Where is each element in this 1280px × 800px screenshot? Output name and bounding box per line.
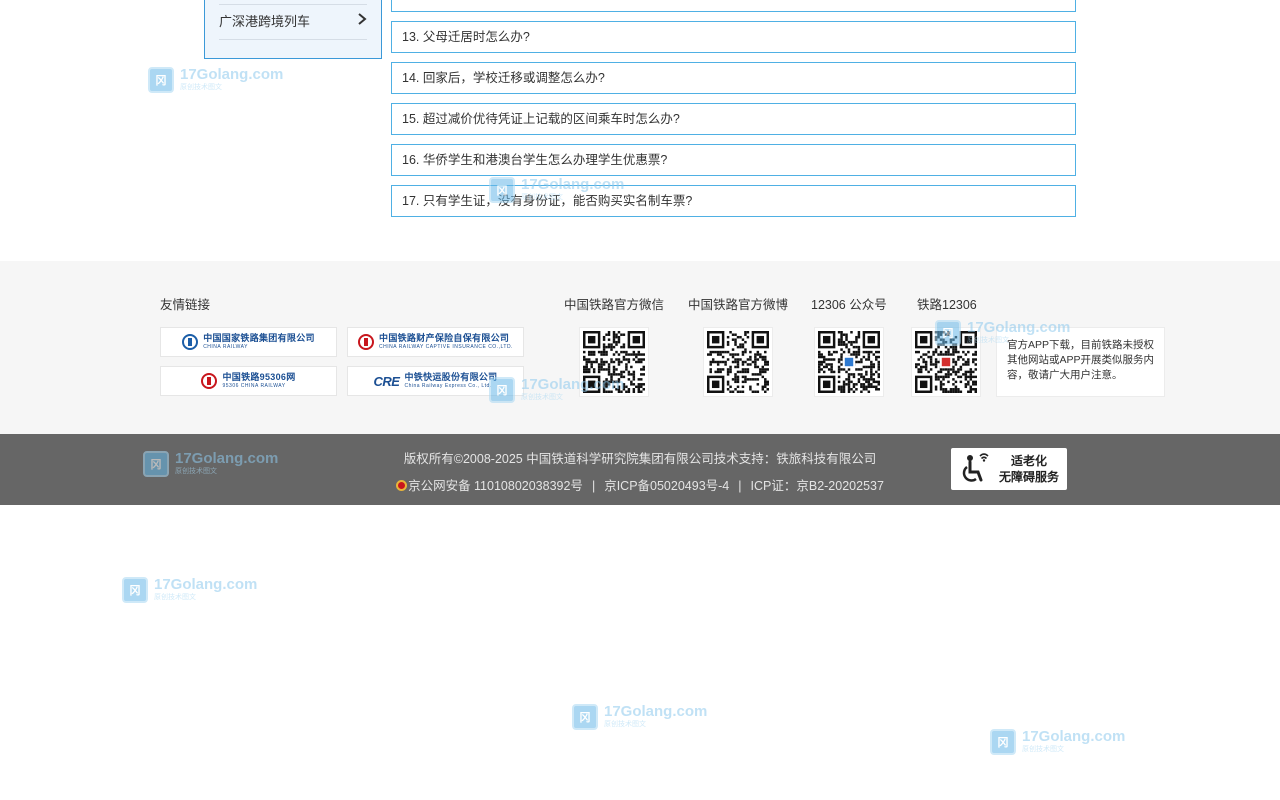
insurance-logo-icon	[358, 334, 375, 350]
faq-item-15[interactable]: 15. 超过减价优待凭证上记载的区间乘车时怎么办?	[391, 103, 1076, 135]
qr-title-official-account: 12306 公众号	[811, 298, 887, 312]
faq-item-13[interactable]: 13. 父母迁居时怎么办?	[391, 21, 1076, 53]
partner-name: 中国铁路95306网	[222, 372, 296, 382]
watermark: 冈 17Golang.com 原创技术图文	[990, 729, 1125, 755]
friendly-links-title: 友情链接	[160, 298, 211, 312]
partner-link-china-railway[interactable]: 中国国家铁路集团有限公司 CHINA RAILWAY	[160, 327, 337, 357]
watermark-logo-icon: 冈	[489, 377, 515, 403]
watermark-text: 17Golang.com	[967, 319, 1071, 336]
cre-logo-icon: CRE	[373, 373, 400, 389]
sidebar-divider	[219, 4, 367, 5]
accessibility-icon	[962, 453, 989, 482]
watermark: 冈 17Golang.com 原创技术图文	[572, 704, 707, 730]
links-section: 友情链接 中国国家铁路集团有限公司 CHINA RAILWAY 中国铁路财产保险…	[0, 261, 1280, 434]
icp-license-link[interactable]: ICP证：京B2-20202537	[751, 479, 884, 493]
watermark-subtext: 原创技术图文	[1022, 746, 1064, 753]
watermark-logo-icon: 冈	[148, 67, 174, 93]
separator: |	[591, 479, 596, 493]
qr-code-image	[818, 331, 880, 393]
watermark-subtext: 原创技术图文	[521, 194, 563, 201]
partner-subtitle: CHINA RAILWAY CAPTIVE INSURANCE CO.,LTD.	[379, 344, 513, 350]
partner-subtitle: CHINA RAILWAY	[203, 344, 248, 350]
qr-code-image	[707, 331, 769, 393]
china-railway-logo-icon	[182, 334, 199, 350]
partner-subtitle: China Railway Express Co., Ltd.	[404, 383, 492, 389]
sidebar-divider	[219, 39, 367, 40]
watermark: 冈 17Golang.com 原创技术图文	[143, 451, 278, 477]
faq-item-partial[interactable]	[391, 0, 1076, 12]
watermark-text: 17Golang.com	[521, 376, 625, 393]
watermark-subtext: 原创技术图文	[180, 84, 222, 91]
watermark-logo-icon: 冈	[489, 177, 515, 203]
watermark-logo-icon: 冈	[143, 451, 169, 477]
watermark: 冈 17Golang.com 原创技术图文	[122, 577, 257, 603]
partner-name: 中国国家铁路集团有限公司	[203, 333, 315, 343]
watermark-logo-icon: 冈	[572, 704, 598, 730]
watermark: 冈 17Golang.com 原创技术图文	[935, 320, 1070, 346]
faq-item-14[interactable]: 14. 回家后，学校迁移或调整怎么办?	[391, 62, 1076, 94]
faq-item-16[interactable]: 16. 华侨学生和港澳台学生怎么办理学生优惠票?	[391, 144, 1076, 176]
partner-name: 中铁快运股份有限公司	[404, 372, 498, 382]
watermark-subtext: 原创技术图文	[967, 337, 1009, 344]
95306-logo-icon	[201, 373, 218, 389]
watermark-subtext: 原创技术图文	[154, 594, 196, 601]
sidebar: 广深港跨境列车	[204, 0, 382, 59]
qr-title-weibo: 中国铁路官方微博	[688, 298, 789, 312]
icp-record-link[interactable]: 京ICP备05020493号-4	[604, 479, 729, 493]
accessibility-line1: 适老化	[1011, 454, 1048, 468]
watermark-subtext: 原创技术图文	[175, 468, 217, 475]
accessibility-line2: 无障碍服务	[999, 470, 1060, 484]
watermark: 冈 17Golang.com 原创技术图文	[489, 177, 624, 203]
separator: |	[738, 479, 742, 493]
record-line: 京公网安备 11010802038392号 | 京ICP备05020493号-4 | I…	[0, 475, 1280, 494]
watermark-subtext: 原创技术图文	[604, 721, 646, 728]
police-record-link[interactable]: 京公网安备 11010802038392号	[408, 479, 583, 493]
sidebar-item-label: 广深港跨境列车	[219, 14, 311, 29]
watermark-text: 17Golang.com	[1022, 728, 1126, 745]
accessibility-service-button[interactable]: 适老化 无障碍服务	[951, 448, 1067, 490]
police-badge-icon	[396, 480, 408, 491]
watermark-logo-icon: 冈	[990, 729, 1016, 755]
qr-title-app: 铁路12306	[917, 298, 977, 312]
partner-link-95306[interactable]: 中国铁路95306网 95306 CHINA RAILWAY	[160, 366, 337, 396]
watermark: 冈 17Golang.com 原创技术图文	[148, 67, 283, 93]
watermark-text: 17Golang.com	[175, 450, 279, 467]
qr-title-wechat: 中国铁路官方微信	[564, 298, 665, 312]
official-account-qr-code	[814, 327, 884, 397]
chevron-right-icon	[358, 13, 367, 25]
watermark-logo-icon: 冈	[122, 577, 148, 603]
watermark-text: 17Golang.com	[604, 703, 708, 720]
watermark: 冈 17Golang.com 原创技术图文	[489, 377, 624, 403]
watermark-subtext: 原创技术图文	[521, 394, 563, 401]
partner-link-insurance[interactable]: 中国铁路财产保险自保有限公司 CHINA RAILWAY CAPTIVE INS…	[347, 327, 524, 357]
weibo-qr-code	[703, 327, 773, 397]
partner-name: 中国铁路财产保险自保有限公司	[379, 333, 510, 343]
watermark-text: 17Golang.com	[521, 176, 625, 193]
partner-subtitle: 95306 CHINA RAILWAY	[222, 383, 286, 389]
watermark-text: 17Golang.com	[154, 576, 258, 593]
watermark-text: 17Golang.com	[180, 66, 284, 83]
watermark-logo-icon: 冈	[935, 320, 961, 346]
